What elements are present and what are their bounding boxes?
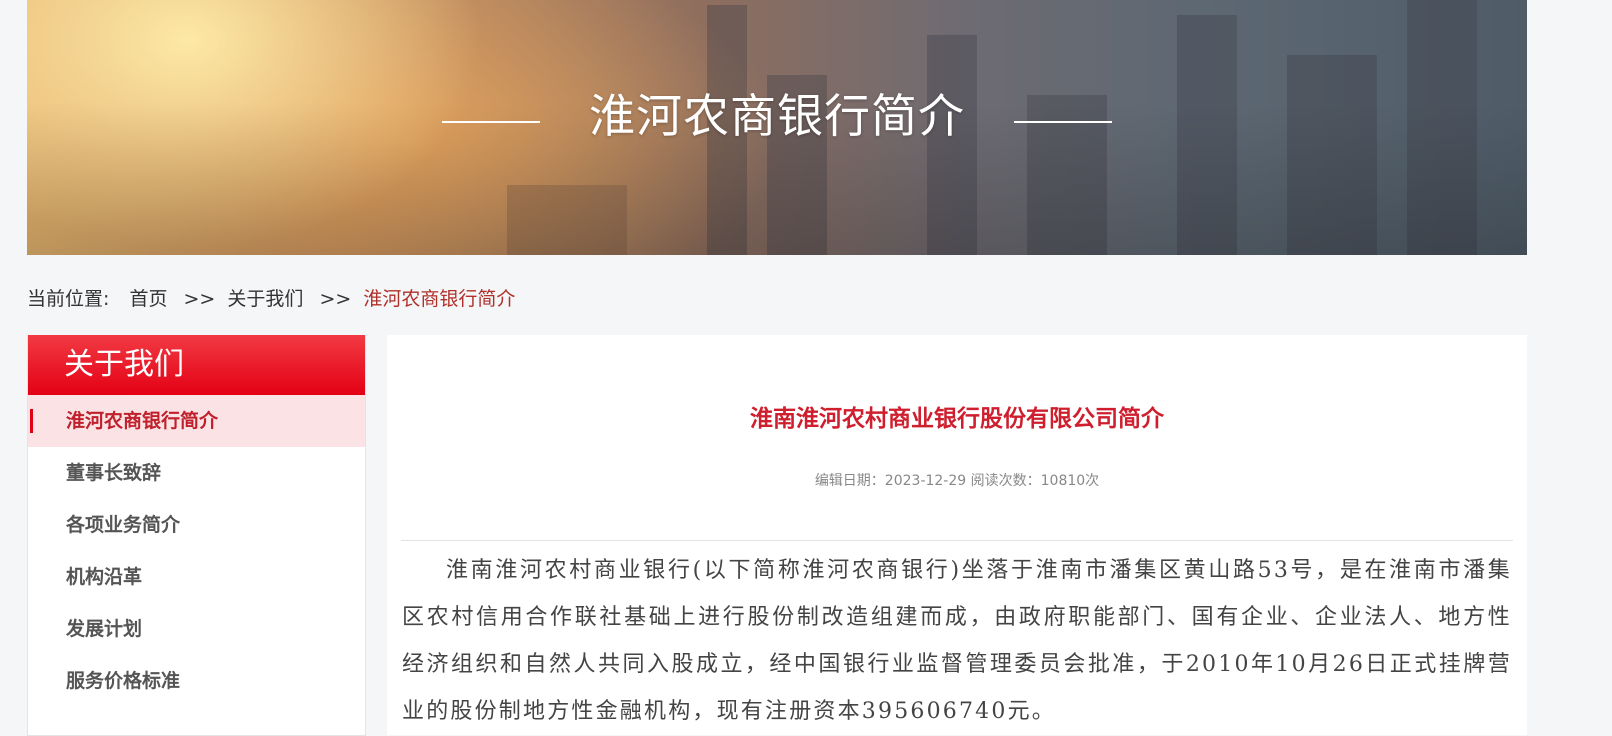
breadcrumb-separator: >> (319, 288, 352, 310)
sidebar-item-chairman-speech[interactable]: 董事长致辞 (28, 447, 365, 499)
banner-line-right (1014, 121, 1112, 123)
sidebar-item-business[interactable]: 各项业务简介 (28, 499, 365, 551)
sidebar-title: 关于我们 (28, 335, 365, 395)
breadcrumb-home[interactable]: 首页 (129, 288, 167, 310)
breadcrumb-current: 淮河农商银行简介 (363, 288, 516, 310)
sidebar-item-pricing[interactable]: 服务价格标准 (28, 655, 365, 707)
article-body: 淮南淮河农村商业银行(以下简称淮河农商银行)坐落于淮南市潘集区黄山路53号，是在… (402, 558, 1512, 724)
breadcrumb-separator: >> (183, 288, 216, 310)
article-meta: 编辑日期：2023-12-29 阅读次数：10810次 (814, 473, 1100, 489)
breadcrumb-about[interactable]: 关于我们 (227, 288, 303, 310)
article-title: 淮南淮河农村商业银行股份有限公司简介 (750, 406, 1164, 432)
banner-title: 淮河农商银行简介 (589, 89, 965, 143)
divider (401, 540, 1513, 541)
sidebar-item-intro[interactable]: 淮河农商银行简介 (28, 395, 365, 447)
article-panel: 淮南淮河农村商业银行股份有限公司简介 编辑日期：2023-12-29 阅读次数：… (387, 335, 1527, 735)
banner: 淮河农商银行简介 (27, 0, 1527, 255)
sidebar: 关于我们 淮河农商银行简介 董事长致辞 各项业务简介 机构沿革 发展计划 服务价… (27, 335, 366, 736)
sidebar-item-history[interactable]: 机构沿革 (28, 551, 365, 603)
breadcrumb-prefix: 当前位置: (27, 288, 110, 310)
breadcrumb: 当前位置: 首页 >> 关于我们 >> 淮河农商银行简介 (27, 284, 519, 311)
sidebar-item-plan[interactable]: 发展计划 (28, 603, 365, 655)
